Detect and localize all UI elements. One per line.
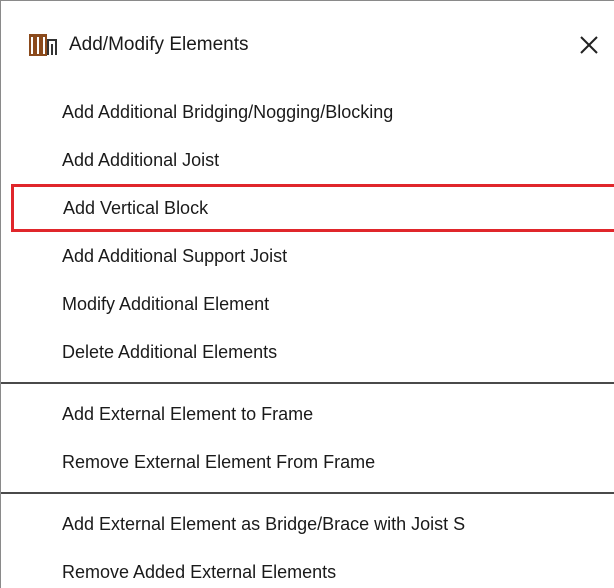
menu-item-modify-element[interactable]: Modify Additional Element bbox=[1, 280, 614, 328]
add-modify-elements-panel: Add/Modify Elements Add Additional Bridg… bbox=[0, 0, 614, 588]
dialog-title: Add/Modify Elements bbox=[69, 34, 249, 55]
elements-menu: Add Additional Bridging/Nogging/Blocking… bbox=[1, 88, 614, 588]
menu-separator bbox=[1, 382, 614, 384]
frame-elements-icon bbox=[29, 34, 57, 56]
menu-item-add-vertical-block[interactable]: Add Vertical Block bbox=[11, 184, 614, 232]
menu-item-remove-external-element[interactable]: Remove External Element From Frame bbox=[1, 438, 614, 486]
title-bar: Add/Modify Elements bbox=[1, 1, 614, 88]
menu-item-delete-elements[interactable]: Delete Additional Elements bbox=[1, 328, 614, 376]
close-icon[interactable] bbox=[573, 29, 605, 61]
menu-item-add-external-bridge-brace[interactable]: Add External Element as Bridge/Brace wit… bbox=[1, 500, 614, 548]
menu-item-remove-added-external[interactable]: Remove Added External Elements bbox=[1, 548, 614, 588]
menu-item-add-bridging[interactable]: Add Additional Bridging/Nogging/Blocking bbox=[1, 88, 614, 136]
menu-item-add-support-joist[interactable]: Add Additional Support Joist bbox=[1, 232, 614, 280]
menu-item-add-external-element[interactable]: Add External Element to Frame bbox=[1, 390, 614, 438]
menu-separator bbox=[1, 492, 614, 494]
menu-item-add-joist[interactable]: Add Additional Joist bbox=[1, 136, 614, 184]
